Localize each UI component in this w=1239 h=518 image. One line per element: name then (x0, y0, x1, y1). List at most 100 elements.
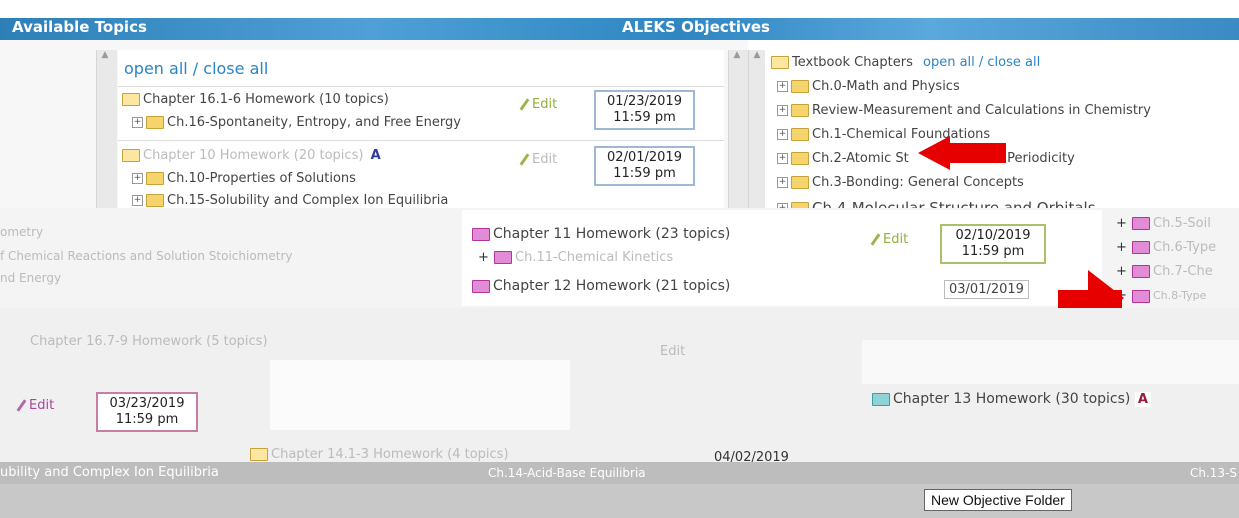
chapter-label: Ch.10-Properties of Solutions (167, 171, 356, 186)
folder-open-icon (872, 392, 890, 406)
folder-label: Chapter 16.1-6 Homework (10 topics) (143, 92, 389, 107)
chapter-item[interactable]: +Ch.8-Type (1116, 288, 1206, 303)
expand-icon[interactable]: + (777, 177, 788, 188)
partial-text: ometry (0, 225, 44, 239)
expand-icon[interactable]: + (132, 173, 143, 184)
red-arrow-icon (918, 136, 950, 170)
chapter-item[interactable]: + Review-Measurement and Calculations in … (777, 103, 1151, 118)
right-scrollbar[interactable]: ▲ (748, 50, 765, 208)
folder-icon (791, 128, 809, 141)
partial-text: nd Energy (0, 271, 62, 285)
due-date-box[interactable]: 03/23/2019 11:59 pm (96, 392, 198, 432)
open-close-all-link[interactable]: open all / close all (124, 59, 268, 78)
expand-icon[interactable]: + (777, 129, 788, 140)
folder-ch10[interactable]: Chapter 10 Homework (20 topics) A (122, 148, 384, 163)
folder-ch11[interactable]: Chapter 11 Homework (23 topics) (472, 226, 730, 242)
red-arrow-shaft (948, 143, 1006, 163)
due-date-box[interactable]: 02/10/2019 11:59 pm (940, 224, 1046, 264)
due-date-box[interactable]: 03/01/2019 (944, 280, 1029, 299)
middle-scrollbar[interactable]: ▲ (728, 50, 749, 208)
chapter-item[interactable]: + Ch.5-Soil (1116, 216, 1211, 231)
expand-icon[interactable]: + (777, 81, 788, 92)
folder-icon (146, 116, 164, 129)
folder-ch12[interactable]: Chapter 12 Homework (21 topics) (472, 278, 730, 294)
folder-open-icon (472, 227, 490, 241)
folder-icon (1132, 289, 1150, 303)
edit-button[interactable]: Edit (519, 97, 557, 112)
folder-open-icon (250, 448, 268, 461)
assessment-badge: A (1134, 392, 1151, 407)
folder-icon (791, 152, 809, 165)
left-scrollbar[interactable]: ▲ (96, 50, 117, 208)
folder-open-icon (771, 56, 789, 69)
chapter-item-ch11[interactable]: + Ch.11-Chemical Kinetics (478, 250, 673, 265)
folder-icon (1132, 241, 1150, 254)
chapter-item-ch10[interactable]: + Ch.10-Properties of Solutions (132, 171, 356, 186)
partial-text: ubility and Complex Ion Equilibria (0, 465, 219, 480)
scroll-up-icon[interactable]: ▲ (729, 50, 745, 60)
expand-icon[interactable]: + (132, 195, 143, 206)
header-band (0, 18, 1239, 40)
chapter-item[interactable]: + Ch.3-Bonding: General Concepts (777, 175, 1024, 190)
faded-list (862, 340, 1239, 384)
new-objective-folder-button[interactable]: New Objective Folder (924, 489, 1072, 511)
folder-icon (146, 194, 164, 207)
edit-button[interactable]: Edit (519, 152, 557, 167)
right-fragments: +Ch.5-Soil +Ch.6-Type +Ch.7-Che +Ch.8-Ty… (1112, 212, 1239, 306)
scroll-up-icon[interactable]: ▲ (97, 50, 113, 60)
assessment-badge: A (367, 148, 384, 163)
folder-ch13[interactable]: Chapter 13 Homework (30 topics) A (872, 391, 1151, 407)
objectives-list: open all / close all Chapter 16.1-6 Home… (118, 50, 724, 208)
due-date: 02/01/2019 (607, 150, 682, 165)
chapter-item[interactable]: + Ch.6-Type (1116, 240, 1216, 255)
folder-icon (791, 80, 809, 93)
folder-open-icon (472, 279, 490, 293)
folder-icon (146, 172, 164, 185)
faded-list (270, 360, 570, 430)
available-topics-title: Available Topics (12, 18, 147, 36)
due-time: 11:59 pm (613, 166, 676, 181)
due-date-box[interactable]: 02/01/2019 11:59 pm (594, 146, 695, 186)
folder-icon (791, 176, 809, 189)
expand-icon[interactable]: + (777, 105, 788, 116)
scroll-up-icon[interactable]: ▲ (749, 50, 765, 60)
expand-icon[interactable]: + (132, 117, 143, 128)
folder-open-icon (122, 93, 140, 106)
pencil-icon (870, 233, 881, 246)
edit-button[interactable]: Edit (870, 232, 908, 247)
divider (118, 140, 724, 141)
textbook-chapters-pane: Textbook Chapters open all / close all +… (764, 50, 1239, 217)
edit-button[interactable]: Edit (16, 398, 54, 413)
folder-icon (1132, 217, 1150, 230)
chapter-item[interactable]: + Ch.7-Che (1116, 264, 1213, 279)
partial-text: f Chemical Reactions and Solution Stoich… (0, 249, 293, 263)
expand-icon[interactable]: + (478, 250, 489, 265)
pencil-icon (519, 153, 530, 166)
chapter-item[interactable]: + Ch.1-Chemical Foundations (777, 127, 990, 142)
chapter-label: Ch.16-Spontaneity, Entropy, and Free Ene… (167, 115, 461, 130)
chapter-item[interactable]: Ch.14-Acid-Base Equilibria (488, 466, 646, 480)
folder-ch16-1-6[interactable]: Chapter 16.1-6 Homework (10 topics) (122, 92, 389, 107)
due-time: 11:59 pm (613, 110, 676, 125)
folder-icon (1132, 265, 1150, 278)
aleks-objectives-title: ALEKS Objectives (622, 18, 770, 36)
objectives-overlay: Chapter 11 Homework (23 topics) + Ch.11-C… (462, 210, 1102, 306)
due-date-box[interactable]: 01/23/2019 11:59 pm (594, 90, 695, 130)
folder-icon (494, 251, 512, 264)
folder-label: Chapter 10 Homework (20 topics) (143, 148, 364, 163)
open-close-all-link[interactable]: open all / close all (923, 55, 1040, 70)
folder-open-icon (122, 149, 140, 162)
expand-icon[interactable]: + (777, 153, 788, 164)
edit-button[interactable]: Edit (660, 344, 685, 359)
textbook-header: Textbook Chapters open all / close all (771, 55, 1040, 70)
chapter-item[interactable]: Ch.13-S (1190, 466, 1237, 480)
chapter-item-ch16[interactable]: + Ch.16-Spontaneity, Entropy, and Free En… (132, 115, 461, 130)
folder-icon (791, 104, 809, 117)
folder-ch16-7-9[interactable]: Chapter 16.7-9 Homework (5 topics) (30, 334, 268, 349)
due-date: 01/23/2019 (607, 94, 682, 109)
chapter-item[interactable]: + Ch.0-Math and Physics (777, 79, 960, 94)
chapter-item-ch15[interactable]: + Ch.15-Solubility and Complex Ion Equili… (132, 193, 448, 208)
folder-ch14-1-3[interactable]: Chapter 14.1-3 Homework (4 topics) (250, 447, 509, 462)
chapter-label: Ch.15-Solubility and Complex Ion Equilib… (167, 193, 449, 208)
divider (118, 86, 724, 87)
